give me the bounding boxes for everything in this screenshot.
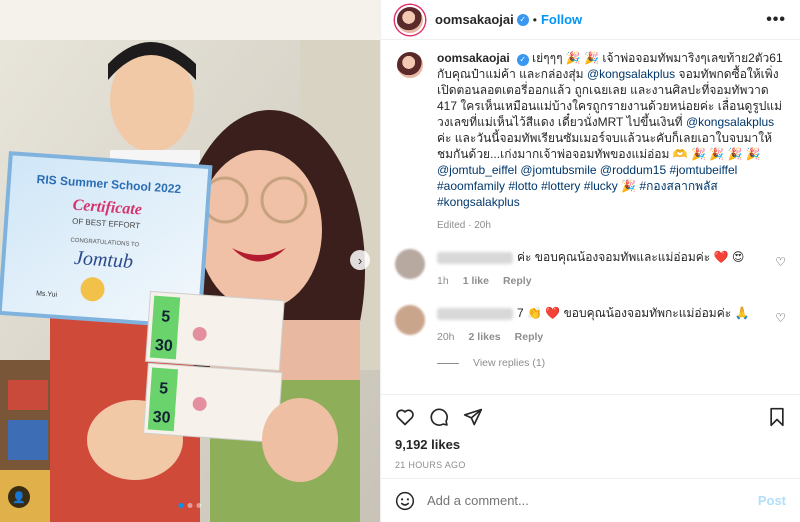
commenter-avatar[interactable] [395, 305, 425, 335]
hashtag-link[interactable]: #jomtubeiffel [669, 163, 737, 177]
like-heart-icon[interactable] [395, 407, 415, 427]
tagged-users-button[interactable]: 👤 [8, 486, 30, 508]
hashtag-link[interactable]: #lotto [508, 179, 537, 193]
comment-time[interactable]: 1h [437, 275, 449, 287]
user-icon: 👤 [12, 491, 26, 504]
ticket1-number-b: 30 [154, 337, 173, 355]
comment-item: 7 👏 ❤️ ขอบคุณน้องจอมทัพกะแม่อ่อมค่ะ 🙏 20… [395, 305, 786, 343]
save-bookmark-icon[interactable] [768, 407, 786, 427]
comment-item: ค่ะ ขอบคุณน้องจอมทัพและแม่อ่อมค่ะ ❤️ 😍 1… [395, 249, 786, 287]
carousel-dot [178, 503, 184, 508]
ticket1-number-a: 5 [161, 308, 171, 326]
post-comment-button[interactable]: Post [758, 493, 786, 508]
mention-link[interactable]: @roddum15 [600, 163, 666, 177]
comment-prefix: 7 [517, 306, 524, 320]
caption-avatar[interactable] [395, 50, 425, 80]
hashtag-link[interactable]: #lottery [541, 179, 580, 193]
post-timestamp[interactable]: 21 HOURS AGO [395, 460, 786, 470]
more-options-icon[interactable]: ••• [766, 11, 786, 29]
post-header: oomsakaojai ✓ • Follow ••• [381, 0, 800, 40]
instagram-post-modal: RIS Summer School 2022 Certificate OF BE… [0, 0, 800, 522]
action-icons [395, 403, 786, 431]
view-replies-button[interactable]: View replies (1) [437, 357, 786, 369]
verified-badge-icon: ✓ [516, 13, 529, 26]
comment-text: ค่ะ ขอบคุณน้องจอมทัพและแม่อ่อมค่ะ ❤️ 😍 [517, 250, 745, 264]
comment-likes[interactable]: 1 like [463, 275, 489, 287]
certificate-recipient: Jomtub [73, 247, 133, 273]
post-photo: RIS Summer School 2022 Certificate OF BE… [0, 0, 380, 522]
hashtag-link[interactable]: #kongsalakplus [437, 195, 520, 209]
comment-input[interactable] [427, 493, 758, 508]
replies-line [437, 362, 459, 364]
like-comment-heart-icon[interactable]: ♡ [775, 311, 786, 325]
header-separator: • [532, 12, 537, 27]
ticket2-number-a: 5 [159, 380, 169, 398]
chevron-right-icon: › [357, 252, 363, 268]
post-caption: oomsakaojai ✓ เย่ๆๆๆ 🎉 🎉 เจ้าพ่อจอมทัพมาร… [395, 50, 786, 231]
carousel-dot [196, 503, 202, 508]
comments-section[interactable]: oomsakaojai ✓ เย่ๆๆๆ 🎉 🎉 เจ้าพ่อจอมทัพมาร… [381, 40, 800, 394]
mention-link[interactable]: @jomtub_eiffel [437, 163, 517, 177]
carousel-dot [187, 503, 193, 508]
view-replies-label: View replies (1) [473, 357, 546, 369]
caption-text: oomsakaojai ✓ เย่ๆๆๆ 🎉 🎉 เจ้าพ่อจอมทัพมาร… [437, 50, 786, 210]
share-paper-plane-icon[interactable] [463, 407, 483, 427]
caption-part: 🎉 [621, 179, 637, 193]
ticket2-number-b: 30 [152, 409, 171, 427]
like-comment-heart-icon[interactable]: ♡ [775, 255, 786, 269]
add-comment-bar: Post [381, 478, 800, 522]
mention-link[interactable]: @kongsalakplus [587, 67, 675, 81]
comment-likes[interactable]: 2 likes [469, 331, 501, 343]
emoji-smiley-icon[interactable] [395, 491, 415, 511]
mention-link[interactable]: @kongsalakplus [686, 115, 774, 129]
commenter-username-redacted[interactable] [437, 251, 513, 264]
hashtag-link[interactable]: #กองสลากพลัส [639, 179, 717, 193]
mention-link[interactable]: @jomtubsmile [520, 163, 596, 177]
comment-bubble-icon[interactable] [429, 407, 449, 427]
comment-time[interactable]: 20h [437, 331, 455, 343]
certificate-signature: Ms.Yui [36, 290, 58, 298]
follow-button[interactable]: Follow [541, 12, 582, 27]
avatar[interactable] [395, 4, 425, 35]
caption-edited-time: Edited · 20h [437, 220, 491, 231]
next-media-button[interactable]: › [350, 250, 370, 270]
author-username[interactable]: oomsakaojai [435, 12, 514, 27]
reply-button[interactable]: Reply [515, 331, 544, 343]
post-side-panel: oomsakaojai ✓ • Follow ••• oomsakaojai ✓ … [380, 0, 800, 522]
hashtag-link[interactable]: #aoomfamily [437, 179, 505, 193]
reply-button[interactable]: Reply [503, 275, 532, 287]
caption-username[interactable]: oomsakaojai [437, 51, 510, 65]
verified-badge-icon: ✓ [516, 54, 529, 66]
carousel-indicators [178, 503, 202, 508]
commenter-avatar[interactable] [395, 249, 425, 279]
likes-count[interactable]: 9,192 likes [395, 437, 786, 452]
caption-part: ค่ะ และวันนี้จอมทัพเรียนซัมเมอร์จบแล้วนะ… [437, 131, 773, 161]
post-media[interactable]: RIS Summer School 2022 Certificate OF BE… [0, 0, 380, 522]
commenter-username-redacted[interactable] [437, 307, 513, 320]
comment-text: 👏 ❤️ ขอบคุณน้องจอมทัพกะแม่อ่อมค่ะ 🙏 [527, 306, 750, 320]
hashtag-link[interactable]: #lucky [584, 179, 618, 193]
